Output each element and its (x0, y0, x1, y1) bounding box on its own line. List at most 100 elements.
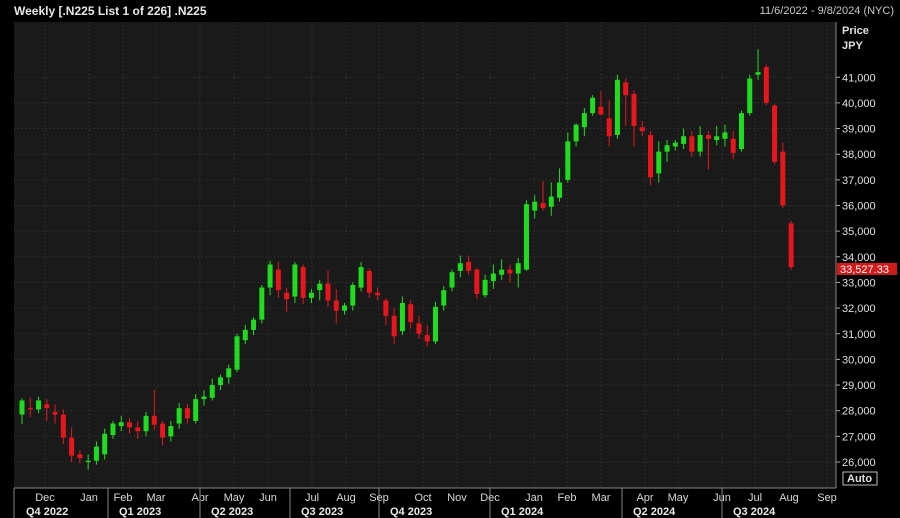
quarter-label: Q3 2023 (301, 506, 343, 518)
candle-body (416, 323, 422, 334)
candle (788, 220, 794, 270)
month-label: Jan (525, 492, 543, 504)
month-label: Jul (748, 492, 762, 504)
candle-body (399, 302, 405, 332)
candle-body (19, 400, 25, 415)
candle-body (441, 290, 447, 306)
candle-body (44, 404, 50, 409)
candle-body (350, 285, 356, 306)
month-label: Jul (305, 492, 319, 504)
candle-body (565, 141, 571, 180)
price-tick-label: 31,000 (842, 329, 876, 341)
quarter-label: Q2 2023 (211, 506, 253, 518)
auto-scale-button[interactable]: Auto (842, 471, 878, 486)
candle-body (648, 134, 654, 178)
candle-body (93, 446, 99, 461)
candle-body (36, 400, 42, 410)
candle (433, 301, 438, 345)
quarter-label: Q2 2024 (633, 506, 676, 518)
candle-body (408, 304, 414, 323)
candle-body (449, 272, 455, 288)
candle-body (168, 426, 174, 437)
candle-body (102, 433, 108, 455)
candlestick-chart[interactable]: 26,000 27,000 28,000 29,000 30,000 31,000 32,0… (0, 22, 900, 518)
price-tick-label: 34,000 (842, 252, 876, 264)
candle-body (755, 72, 761, 75)
last-price-marker: 33,527.33 (837, 262, 897, 276)
candle-body (284, 292, 290, 300)
candle (590, 95, 596, 116)
candle-body (217, 377, 223, 386)
price-tick-label: 36,000 (842, 201, 876, 213)
candle-body (598, 106, 604, 115)
chart-title: Weekly [.N225 List 1 of 226] .N225 (14, 4, 207, 18)
month-label: Jan (80, 492, 98, 504)
candle (259, 285, 265, 324)
candle-body (581, 113, 587, 128)
candle-body (763, 66, 769, 103)
candle (738, 110, 744, 152)
candle-body (259, 287, 265, 320)
candle (614, 74, 620, 139)
candle-body (193, 399, 199, 421)
candle-body (27, 408, 33, 410)
candle-body (160, 423, 166, 438)
candle-body (135, 427, 141, 432)
month-label: Dec (35, 492, 55, 504)
candle-body (730, 138, 736, 153)
candle-body (176, 408, 182, 424)
candle-body (391, 315, 397, 337)
candle (747, 74, 753, 116)
candle-body (747, 78, 753, 114)
candle (780, 142, 786, 209)
candle-body (52, 411, 58, 415)
candle-body (375, 292, 381, 296)
candle-body (623, 82, 629, 96)
month-label: Feb (558, 492, 577, 504)
candle-body (242, 329, 248, 341)
month-label: Oct (414, 492, 431, 504)
month-label: Apr (636, 492, 653, 504)
chart-window: Weekly [.N225 List 1 of 226] .N225 11/6/… (0, 0, 900, 518)
price-tick-label: 28,000 (842, 406, 876, 418)
candle-body (151, 415, 157, 425)
candle-body (358, 267, 364, 288)
candle-body (507, 269, 513, 274)
price-tick-label: 30,000 (842, 354, 876, 366)
price-tick-label: 40,000 (842, 98, 876, 110)
candle-body (780, 151, 786, 206)
candle-body (656, 151, 662, 174)
candle-body (664, 145, 670, 152)
date-range: 11/6/2022 - 9/8/2024 (NYC) (759, 5, 894, 17)
candle-body (532, 201, 538, 211)
candle-body (317, 283, 323, 291)
candle-body (738, 113, 744, 150)
price-tick-label: 27,000 (842, 431, 876, 443)
candle-body (548, 196, 554, 207)
price-tick-label: 37,000 (842, 175, 876, 187)
candle-body (118, 422, 124, 427)
candle-body (77, 454, 83, 459)
candle-body (184, 408, 190, 419)
candle-body (201, 396, 207, 400)
candle-body (457, 263, 463, 271)
month-label: Nov (447, 492, 467, 504)
candle-body (697, 134, 703, 152)
month-label: May (668, 492, 689, 504)
price-tick-label: 41,000 (842, 72, 876, 84)
price-tick-label: 29,000 (842, 380, 876, 392)
time-axis: Dec Jan Feb Mar Apr May Jun Jul Aug Sep Oct Nov Dec J… (13, 487, 837, 518)
candle-body (251, 319, 257, 330)
candle (763, 64, 769, 106)
candle-body (474, 269, 480, 294)
candle-body (523, 204, 529, 270)
candle-body (300, 267, 306, 298)
quarter-label: Q4 2023 (390, 506, 432, 518)
month-label: Mar (147, 492, 166, 504)
candle-body (772, 105, 778, 162)
candle-body (482, 279, 488, 296)
price-axis: 26,000 27,000 28,000 29,000 30,000 31,000 32,0… (835, 22, 876, 488)
candle-body (714, 136, 720, 141)
candle-body (127, 422, 133, 428)
price-tick-label: 26,000 (842, 457, 876, 469)
